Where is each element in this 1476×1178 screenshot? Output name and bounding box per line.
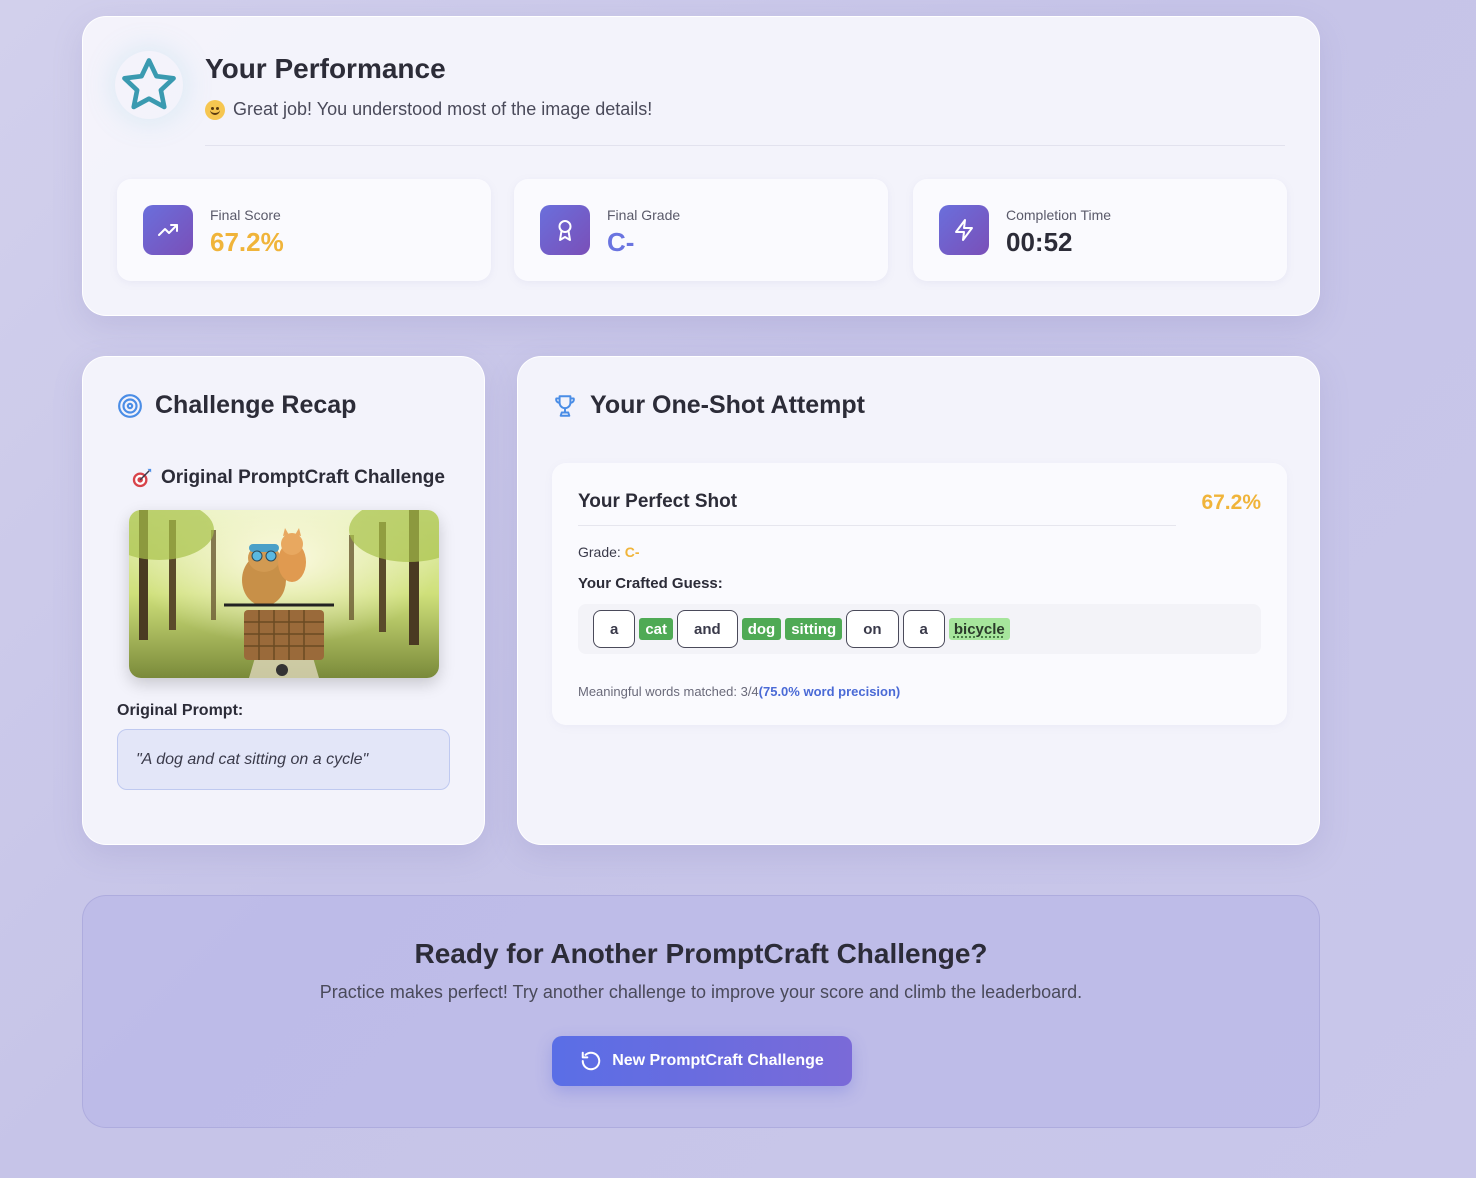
attempt-title: Your One-Shot Attempt — [590, 391, 865, 419]
original-prompt-box: "A dog and cat sitting on a cycle" — [117, 729, 450, 790]
guess-word: on — [846, 610, 899, 648]
divider — [205, 145, 1285, 146]
stat-label: Completion Time — [1006, 207, 1112, 223]
trophy-icon — [555, 394, 575, 417]
crafted-guess-label: Your Crafted Guess: — [578, 575, 723, 592]
original-prompt-text: "A dog and cat sitting on a cycle" — [136, 750, 369, 768]
refresh-icon — [581, 1051, 601, 1071]
challenge-recap-card: Challenge Recap Original PromptCraft Cha… — [82, 356, 485, 845]
one-shot-attempt-card: Your One-Shot Attempt Your Perfect Shot … — [517, 356, 1320, 845]
zap-icon — [939, 205, 989, 255]
guess-word-matched: cat — [639, 618, 674, 640]
award-icon — [540, 205, 590, 255]
stat-completion-time: Completion Time 00:52 — [913, 179, 1287, 281]
grade-line: Grade: C- — [578, 544, 639, 560]
guess-word: and — [677, 610, 738, 648]
divider — [578, 525, 1176, 526]
stat-label: Final Grade — [607, 207, 681, 223]
original-challenge-label: Original PromptCraft Challenge — [161, 467, 445, 488]
performance-subtitle-text: Great job! You understood most of the im… — [233, 99, 653, 119]
guess-word: a — [902, 610, 945, 648]
stat-value: 67.2% — [210, 227, 284, 257]
trending-up-icon — [143, 205, 193, 255]
guess-word-matched: dog — [741, 618, 782, 640]
stat-final-grade: Final Grade C- — [514, 179, 888, 281]
recap-header: Challenge Recap — [117, 391, 356, 420]
new-challenge-button[interactable]: New PromptCraft Challenge — [552, 1036, 852, 1086]
match-summary: Meaningful words matched: 3/4(75.0% word… — [578, 684, 900, 699]
performance-title: Your Performance — [205, 53, 446, 84]
shot-title: Your Perfect Shot — [578, 491, 738, 512]
original-prompt-label: Original Prompt: — [117, 702, 244, 719]
guess-word-synonym: bicycle — [948, 618, 1010, 640]
stat-value: 00:52 — [1006, 227, 1073, 257]
challenge-image — [129, 510, 439, 678]
guess-word: a — [593, 610, 636, 648]
stat-label: Final Score — [210, 207, 281, 223]
stat-value: C- — [607, 227, 635, 257]
next-challenge-panel: Ready for Another PromptCraft Challenge?… — [82, 895, 1320, 1128]
grade-label: Grade: — [578, 544, 621, 560]
perfect-shot-panel: Your Perfect Shot 67.2% Grade: C- Your C… — [552, 463, 1287, 725]
original-challenge-title: Original PromptCraft Challenge — [131, 467, 445, 489]
guess-words: a cat and dog sitting on a bicycle — [578, 604, 1261, 654]
recap-title: Challenge Recap — [155, 391, 357, 419]
star-icon — [115, 51, 183, 119]
precision-text: (75.0% word precision) — [758, 684, 901, 699]
grade-value: C- — [624, 544, 640, 560]
performance-subtitle: Great job! You understood most of the im… — [205, 99, 652, 120]
cta-title: Ready for Another PromptCraft Challenge? — [414, 938, 988, 969]
match-text: Meaningful words matched: 3/4 — [578, 684, 759, 699]
attempt-header: Your One-Shot Attempt — [552, 391, 865, 420]
smile-emoji-icon — [205, 99, 225, 120]
shot-score: 67.2% — [1201, 491, 1261, 514]
performance-card: Your Performance Great job! You understo… — [82, 16, 1320, 316]
dart-target-icon — [132, 468, 152, 488]
cta-subtitle: Practice makes perfect! Try another chal… — [319, 982, 1083, 1002]
stat-final-score: Final Score 67.2% — [117, 179, 491, 281]
new-challenge-label: New PromptCraft Challenge — [612, 1052, 824, 1069]
target-icon — [118, 393, 142, 418]
guess-word-matched: sitting — [785, 618, 843, 640]
